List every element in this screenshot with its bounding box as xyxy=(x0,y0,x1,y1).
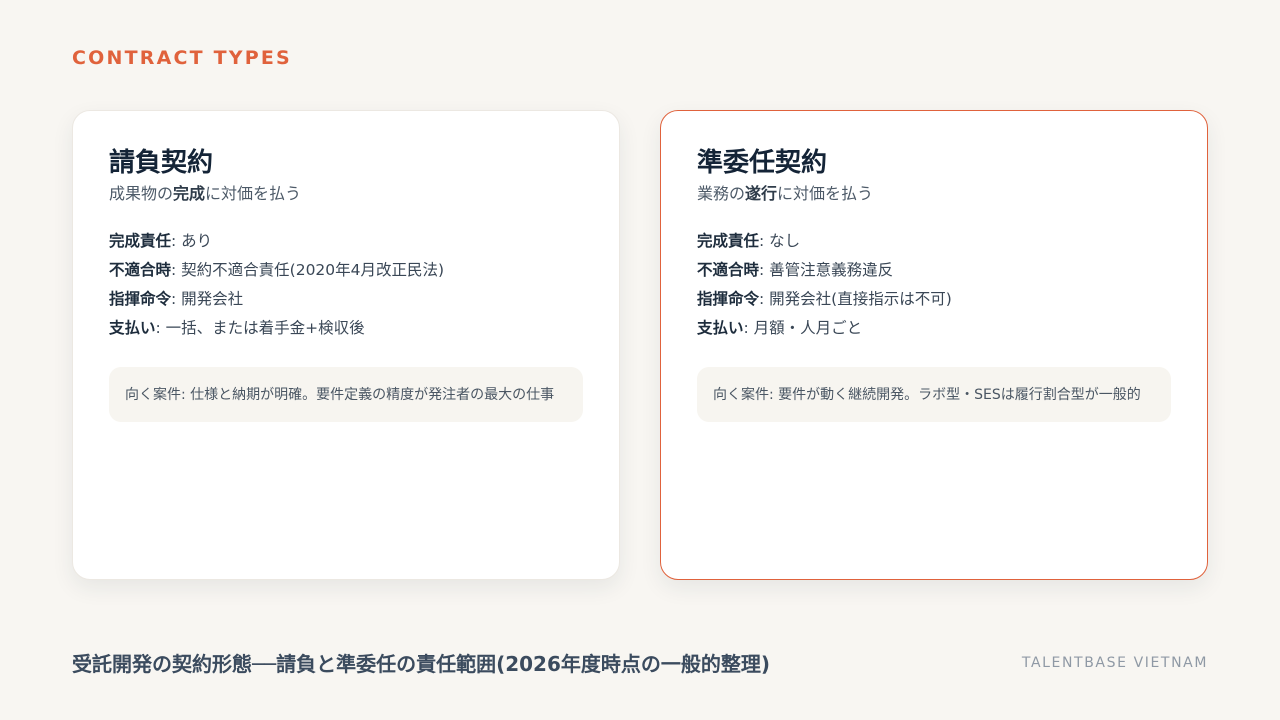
term-value: : 月額・人月ごと xyxy=(743,319,863,337)
term-row-payment: 支払い: 一括、または着手金+検収後 xyxy=(109,314,583,343)
footer-title: 受託開発の契約形態──請負と準委任の責任範囲(2026年度時点の一般的整理) xyxy=(72,652,771,676)
contract-card-junin: 準委任契約 業務の遂行に対価を払う 完成責任: なし 不適合時: 善管注意義務違… xyxy=(660,110,1208,580)
card-subtitle-emphasis: 遂行 xyxy=(745,184,778,203)
term-value: : 契約不適合責任(2020年4月改正民法) xyxy=(171,261,445,279)
card-subtitle-pre: 成果物の xyxy=(109,184,174,203)
term-value: : 開発会社(直接指示は不可) xyxy=(759,290,952,308)
term-row-nonconformity: 不適合時: 契約不適合責任(2020年4月改正民法) xyxy=(109,256,583,285)
term-row-payment: 支払い: 月額・人月ごと xyxy=(697,314,1171,343)
term-list: 完成責任: あり 不適合時: 契約不適合責任(2020年4月改正民法) 指揮命令… xyxy=(109,227,583,343)
card-subtitle-post: に対価を払う xyxy=(777,184,874,203)
contract-card-ukeoi: 請負契約 成果物の完成に対価を払う 完成責任: あり 不適合時: 契約不適合責任… xyxy=(72,110,620,580)
term-value: : なし xyxy=(759,232,801,250)
suitable-case-note: 向く案件: 要件が動く継続開発。ラボ型・SESは履行割合型が一般的 xyxy=(697,367,1171,422)
term-row-command: 指揮命令: 開発会社 xyxy=(109,285,583,314)
card-subtitle-pre: 業務の xyxy=(697,184,746,203)
term-key: 不適合時 xyxy=(697,261,760,279)
term-value: : 一括、または着手金+検収後 xyxy=(155,319,365,337)
term-value: : あり xyxy=(171,232,213,250)
term-row-completion: 完成責任: あり xyxy=(109,227,583,256)
term-key: 完成責任 xyxy=(697,232,760,250)
term-key: 指揮命令 xyxy=(697,290,760,308)
term-row-nonconformity: 不適合時: 善管注意義務違反 xyxy=(697,256,1171,285)
term-value: : 開発会社 xyxy=(171,290,244,308)
term-key: 支払い xyxy=(697,319,744,337)
term-key: 指揮命令 xyxy=(109,290,172,308)
card-title: 準委任契約 xyxy=(697,148,828,178)
term-row-command: 指揮命令: 開発会社(直接指示は不可) xyxy=(697,285,1171,314)
card-subtitle: 業務の遂行に対価を払う xyxy=(697,183,1171,205)
brand-name: TALENTBASE VIETNAM xyxy=(1021,655,1208,671)
term-value: : 善管注意義務違反 xyxy=(759,261,894,279)
suitable-case-note: 向く案件: 仕様と納期が明確。要件定義の精度が発注者の最大の仕事 xyxy=(109,367,583,422)
card-title: 請負契約 xyxy=(109,148,214,178)
term-row-completion: 完成責任: なし xyxy=(697,227,1171,256)
term-key: 不適合時 xyxy=(109,261,172,279)
section-label: CONTRACT TYPES xyxy=(72,47,292,69)
term-list: 完成責任: なし 不適合時: 善管注意義務違反 指揮命令: 開発会社(直接指示は… xyxy=(697,227,1171,343)
term-key: 完成責任 xyxy=(109,232,172,250)
card-subtitle: 成果物の完成に対価を払う xyxy=(109,183,583,205)
term-key: 支払い xyxy=(109,319,156,337)
card-subtitle-emphasis: 完成 xyxy=(173,184,206,203)
card-subtitle-post: に対価を払う xyxy=(205,184,302,203)
